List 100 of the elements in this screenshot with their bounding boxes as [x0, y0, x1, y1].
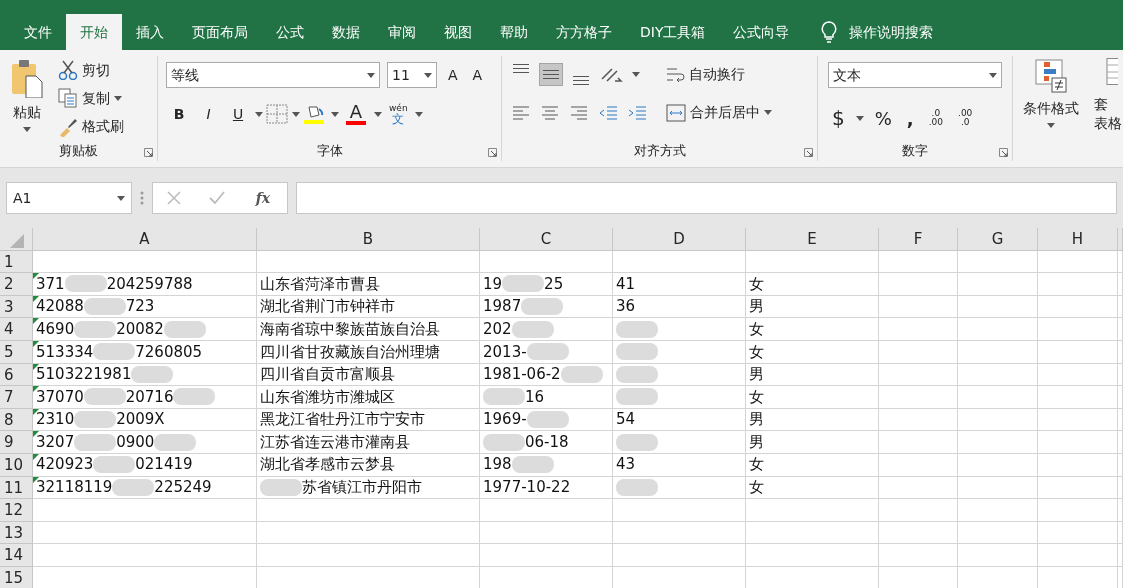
borders-icon[interactable] [266, 104, 288, 124]
column-header[interactable]: G [958, 228, 1038, 251]
cell-text: 女 [749, 341, 764, 363]
cell-text: 女 [749, 454, 764, 476]
name-box[interactable]: A1 [6, 182, 132, 214]
phonetic-button[interactable]: wén 文 [385, 101, 412, 127]
shrink-font-button[interactable]: A [468, 62, 487, 88]
column-header[interactable]: B [257, 228, 480, 251]
column-header[interactable]: F [879, 228, 958, 251]
format-table-button[interactable]: 套 表格 [1090, 56, 1123, 134]
increase-decimal-button[interactable]: .0 .00 [924, 107, 947, 129]
paste-button[interactable]: 粘贴 [6, 56, 48, 141]
dialog-launcher-icon[interactable] [804, 148, 813, 157]
dialog-launcher-icon[interactable] [144, 148, 153, 157]
grow-font-button[interactable]: A [444, 62, 462, 88]
bold-button[interactable]: B [166, 101, 192, 127]
column-header[interactable] [1118, 228, 1123, 251]
row-header[interactable]: 12 [0, 499, 33, 522]
font-size-field[interactable]: 11 [387, 62, 437, 88]
cell-text: 723 [125, 296, 155, 318]
underline-button[interactable]: U [225, 101, 251, 127]
row-header[interactable]: 2 [0, 273, 33, 296]
cell-text: 4690 [36, 318, 75, 340]
format-painter-button[interactable]: 格式刷 [54, 114, 128, 140]
insert-function-button[interactable]: fx [251, 185, 275, 211]
font-name-field[interactable]: 等线 [166, 62, 380, 88]
number-format-field[interactable]: 文本 [828, 62, 1002, 88]
formula-field[interactable] [296, 182, 1117, 214]
fill-color-icon[interactable] [303, 103, 327, 125]
column-header[interactable]: A [33, 228, 257, 251]
cell-text: 36 [616, 296, 636, 318]
row-header[interactable]: 10 [0, 453, 33, 477]
row-header[interactable]: 8 [0, 408, 33, 432]
row-header[interactable]: 14 [0, 544, 33, 567]
cell-text: 湖北省荆门市钟祥市 [260, 296, 395, 318]
row-header[interactable]: 7 [0, 386, 33, 409]
cell-text: 湖北省孝感市云梦县 [260, 454, 395, 476]
caret-icon [367, 72, 375, 78]
merge-icon [666, 102, 686, 123]
cell-text: 女 [749, 386, 764, 408]
menu-tab[interactable]: 审阅 [374, 14, 430, 50]
redaction-mark [83, 298, 126, 316]
menu-tab[interactable]: 公式 [262, 14, 318, 50]
caret-icon [114, 96, 122, 101]
row-header[interactable]: 4 [0, 318, 33, 341]
table-icon [1106, 58, 1118, 85]
menu-tab[interactable]: 数据 [318, 14, 374, 50]
cell-text: 16 [525, 386, 545, 408]
menu-tab[interactable]: 开始 [66, 14, 122, 50]
row-header[interactable]: 3 [0, 295, 33, 319]
currency-button[interactable]: $ [828, 101, 849, 135]
menu-tab[interactable]: 页面布局 [178, 14, 262, 50]
redaction-mark [93, 343, 136, 361]
cut-button[interactable]: 剪切 [54, 57, 128, 83]
decrease-decimal-button[interactable]: .00 .0 [954, 107, 977, 129]
align-middle-button[interactable] [539, 63, 563, 86]
menu-tab[interactable]: 文件 [10, 14, 66, 50]
caret-icon [373, 111, 382, 117]
italic-button[interactable]: I [195, 101, 222, 127]
row-header[interactable]: 11 [0, 476, 33, 500]
column-header[interactable]: E [746, 228, 879, 251]
percent-button[interactable]: % [870, 102, 896, 134]
redaction-mark [93, 456, 136, 474]
menu-tab[interactable]: 方方格子 [542, 14, 626, 50]
row-header[interactable]: 15 [0, 566, 33, 588]
cell-text: 20082 [116, 318, 164, 340]
column-header[interactable]: C [480, 228, 613, 251]
cell-text: 男 [749, 431, 764, 453]
row-header[interactable]: 1 [0, 250, 33, 274]
menu-tab[interactable]: 视图 [430, 14, 486, 50]
dialog-launcher-icon[interactable] [999, 148, 1008, 157]
scissors-icon [58, 60, 78, 81]
row-header[interactable]: 6 [0, 363, 33, 387]
merge-center-button[interactable]: 合并后居中 [662, 100, 776, 125]
conditional-format-button[interactable]: 条件格式 [1019, 56, 1083, 134]
caret-icon [254, 111, 263, 117]
column-header[interactable]: H [1038, 228, 1118, 251]
row-header[interactable]: 13 [0, 521, 33, 545]
redaction-mark [616, 320, 658, 338]
cancel-icon[interactable] [165, 190, 182, 206]
redaction-mark [560, 365, 603, 383]
cell-text: 202 [483, 318, 512, 340]
redaction-mark [173, 388, 216, 406]
menu-tab[interactable]: 公式向导 [719, 14, 804, 50]
comma-button[interactable]: , [902, 102, 918, 134]
row-header[interactable]: 5 [0, 340, 33, 364]
menu-tab[interactable]: 插入 [122, 14, 178, 50]
dialog-launcher-icon[interactable] [488, 148, 497, 157]
copy-button[interactable]: 复制 [54, 86, 128, 111]
cell-text: 06-18 [525, 431, 569, 453]
row-header[interactable]: 9 [0, 431, 33, 454]
column-header[interactable]: D [613, 228, 746, 251]
menu-tab[interactable]: DIY工具箱 [626, 14, 720, 50]
font-color-button[interactable]: A [342, 101, 370, 127]
search-label[interactable]: 操作说明搜索 [849, 21, 934, 43]
wrap-text-button[interactable]: 自动换行 [661, 62, 749, 87]
redaction-mark [616, 343, 658, 361]
redaction-mark [616, 365, 658, 383]
confirm-icon[interactable] [207, 190, 226, 206]
menu-tab[interactable]: 帮助 [486, 14, 542, 50]
